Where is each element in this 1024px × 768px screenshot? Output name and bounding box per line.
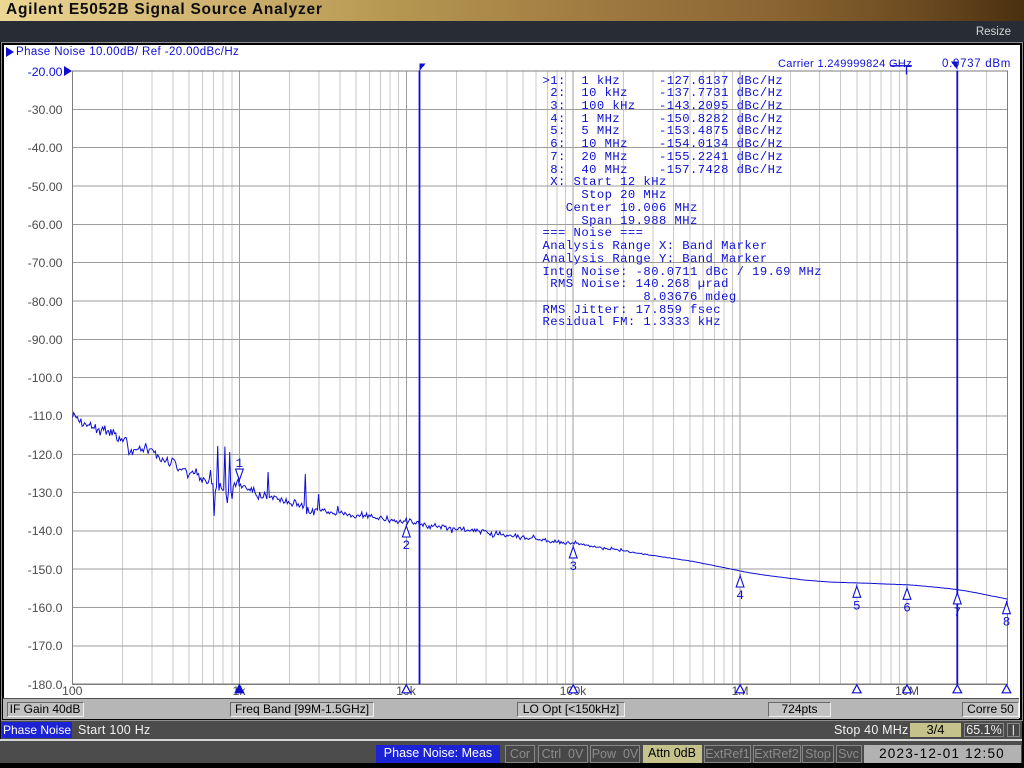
svg-text:5: 5 xyxy=(853,599,861,613)
svg-text:3: 3 xyxy=(569,560,577,574)
svg-text:8: 8 xyxy=(1003,616,1011,630)
svg-text:6: 6 xyxy=(903,601,911,615)
svg-text:4: 4 xyxy=(736,589,744,603)
svg-text:2: 2 xyxy=(403,539,411,553)
svg-text:1: 1 xyxy=(236,457,244,471)
svg-text:7: 7 xyxy=(954,606,962,620)
svg-text:100: 100 xyxy=(62,684,83,698)
